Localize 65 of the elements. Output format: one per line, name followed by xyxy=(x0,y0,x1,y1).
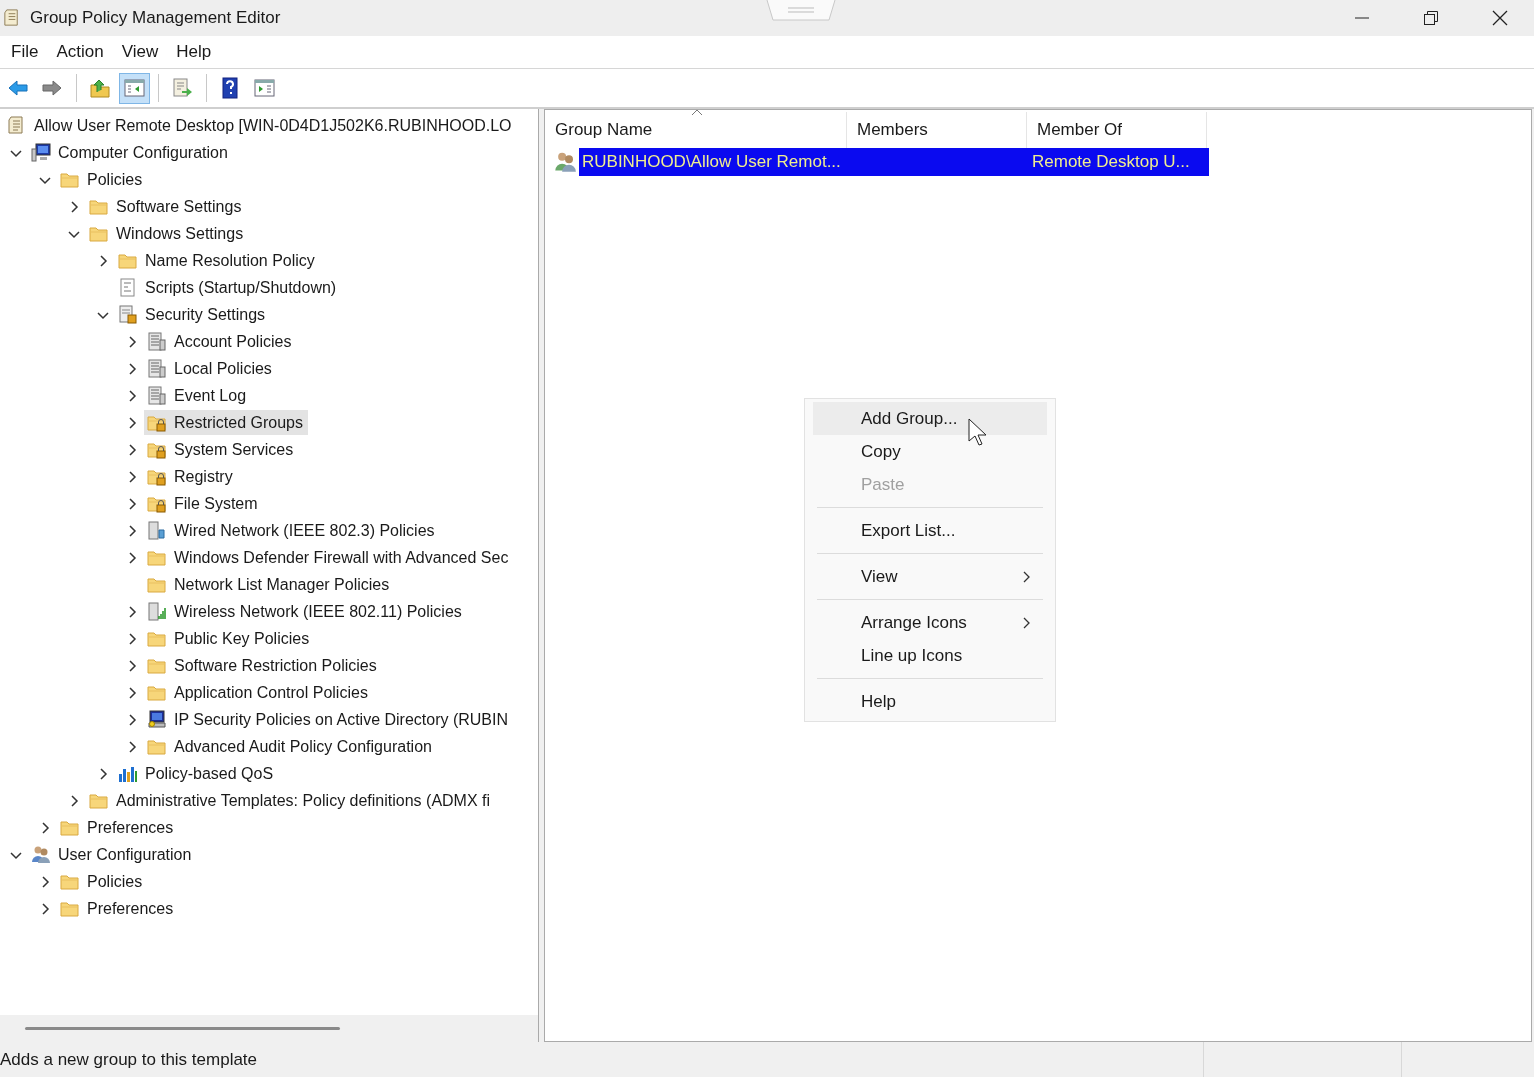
tree-item[interactable]: User Configuration xyxy=(28,842,197,867)
tree-item[interactable]: Wireless Network (IEEE 802.11) Policies xyxy=(144,599,467,624)
tree-item[interactable]: Preferences xyxy=(57,896,179,921)
tree-item[interactable]: Account Policies xyxy=(144,329,297,354)
menu-item[interactable]: Add Group... xyxy=(813,402,1047,435)
menu-item[interactable]: Action xyxy=(47,38,113,66)
tree-item[interactable]: Registry xyxy=(144,464,238,489)
menu-item[interactable]: View xyxy=(813,560,1047,593)
tree-item[interactable]: Policies xyxy=(57,167,148,192)
tree-item[interactable]: Windows Defender Firewall with Advanced Sec xyxy=(144,545,514,570)
tree-item[interactable]: File System xyxy=(144,491,263,516)
table-cell-text: Remote Desktop U... xyxy=(1031,152,1191,172)
users-icon xyxy=(30,844,51,865)
tree-item[interactable]: Name Resolution Policy xyxy=(115,248,320,273)
users-icon xyxy=(553,150,577,174)
tree-item[interactable]: Software Settings xyxy=(86,194,247,219)
tree-item[interactable]: Public Key Policies xyxy=(144,626,315,651)
tree-item[interactable]: Windows Settings xyxy=(86,221,249,246)
tree-item[interactable]: Policies xyxy=(57,869,148,894)
menu-item[interactable]: View xyxy=(112,38,168,66)
tree-item[interactable]: Wired Network (IEEE 802.3) Policies xyxy=(144,518,440,543)
tree-item[interactable]: Computer Configuration xyxy=(28,140,233,165)
computer-icon xyxy=(30,142,51,163)
status-text: Adds a new group to this template xyxy=(0,1049,259,1070)
back-arrow-icon xyxy=(7,77,30,99)
action-pane-icon xyxy=(253,77,276,99)
tree-item[interactable]: Security Settings xyxy=(115,302,271,327)
tree-item[interactable]: IP Security Policies on Active Directory (RUBIN xyxy=(144,707,514,732)
export-list-icon xyxy=(171,77,194,99)
table-cell-text: RUBINHOOD\Allow User Remot... xyxy=(581,152,842,172)
tree-item[interactable]: Application Control Policies xyxy=(144,680,373,705)
minimize-icon xyxy=(1354,17,1369,19)
tree-item[interactable]: Administrative Templates: Policy definitions (ADMX fi xyxy=(86,788,496,813)
tree-item[interactable]: Advanced Audit Policy Configuration xyxy=(144,734,437,759)
window-title: Group Policy Management Editor xyxy=(30,8,281,28)
tree-item[interactable]: Local Policies xyxy=(144,356,277,381)
tree-item[interactable]: Policy-based QoS xyxy=(115,761,279,786)
sort-caret-icon xyxy=(691,108,703,116)
close-icon xyxy=(1491,10,1508,26)
folder-up-icon xyxy=(89,77,112,99)
computer-key-icon xyxy=(146,709,167,730)
menu-item[interactable]: Arrange Icons xyxy=(813,606,1047,639)
menu-item[interactable]: Copy xyxy=(813,435,1047,468)
submenu-chevron-icon xyxy=(1023,570,1031,583)
tree-pane-icon xyxy=(123,77,146,99)
tree-item[interactable]: Scripts (Startup/Shutdown) xyxy=(115,275,342,300)
menu-item[interactable]: Export List... xyxy=(813,514,1047,547)
menu-item[interactable]: File xyxy=(2,38,48,66)
list-row[interactable]: RUBINHOOD\Allow User Remot... Remote Desktop U... xyxy=(579,148,1209,176)
tree-item[interactable]: Network List Manager Policies xyxy=(144,572,395,597)
tree-item[interactable]: Preferences xyxy=(57,815,179,840)
menu-item[interactable]: Help xyxy=(167,38,221,66)
submenu-chevron-icon xyxy=(1023,616,1031,629)
tree-item[interactable]: Event Log xyxy=(144,383,252,408)
forward-arrow-icon xyxy=(41,77,64,99)
snap-handle-icon[interactable] xyxy=(766,0,836,22)
tree-item[interactable]: Software Restriction Policies xyxy=(144,653,382,678)
menu-item[interactable]: Help xyxy=(813,685,1047,718)
restore-icon xyxy=(1422,10,1439,26)
menu-item[interactable]: Line up Icons xyxy=(813,639,1047,672)
mouse-pointer-icon xyxy=(968,418,988,448)
tree-item[interactable]: Allow User Remote Desktop [WIN-0D4D1J502K6.RUBINHOOD.LO xyxy=(4,113,517,138)
tree-item[interactable]: Restricted Groups xyxy=(144,410,308,435)
horizontal-scrollbar[interactable] xyxy=(0,1015,538,1042)
tree-item[interactable]: System Services xyxy=(144,437,299,462)
